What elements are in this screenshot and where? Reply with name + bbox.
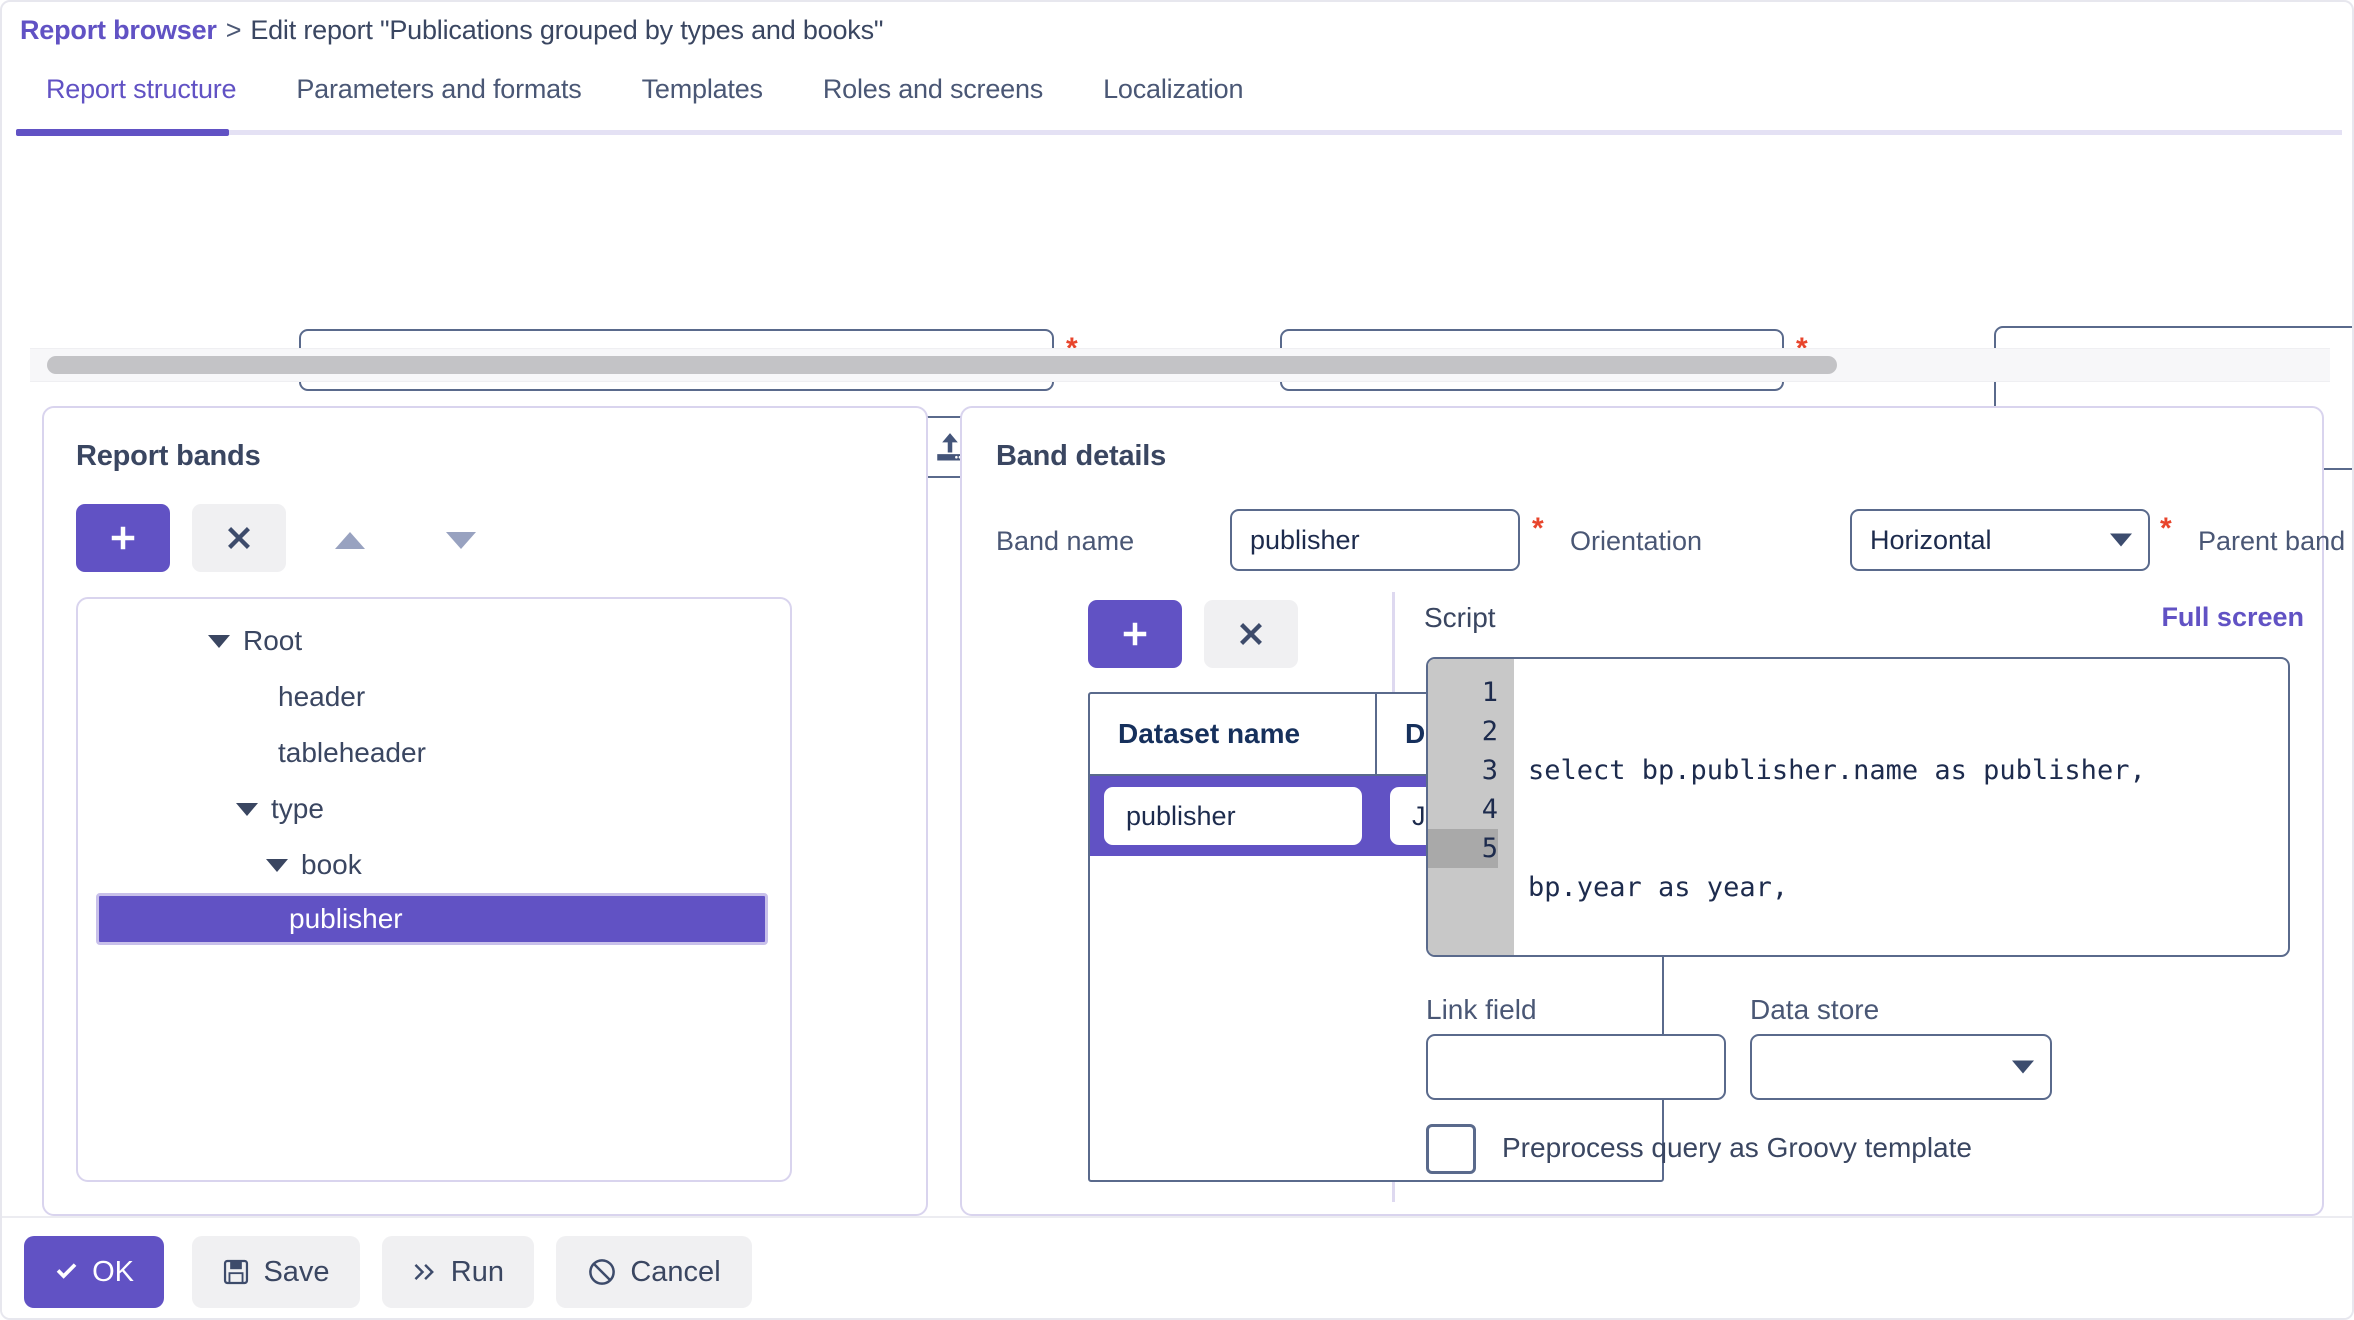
breadcrumb-report-browser-link[interactable]: Report browser [20,15,217,46]
horizontal-scrollbar[interactable] [30,348,2330,382]
add-band-button[interactable] [76,504,170,572]
cancel-button[interactable]: Cancel [556,1236,752,1308]
report-properties-form: Name Publications grouped by types and b… [2,152,2352,478]
preprocess-groovy-checkbox[interactable] [1426,1124,1476,1174]
tree-item-book[interactable]: book [78,837,790,893]
band-name-label: Band name [996,526,1135,556]
chevron-down-icon[interactable] [236,802,258,816]
tree-item-label: book [301,849,362,880]
tree-item-label: tableheader [278,737,426,768]
tab-active-indicator [16,129,229,136]
tab-report-structure[interactable]: Report structure [16,64,266,125]
line-number: 1 [1481,677,1498,708]
plus-icon [111,526,135,550]
ok-button[interactable]: OK [24,1236,164,1308]
dataset-name-cell[interactable]: publisher [1090,787,1376,845]
parent-band-label: Parent band [2198,526,2346,556]
breadcrumb-current-page: Edit report "Publications grouped by typ… [250,14,884,45]
save-button[interactable]: Save [192,1236,360,1308]
dataset-name-input[interactable]: publisher [1104,787,1362,845]
tab-localization[interactable]: Localization [1073,64,1273,125]
move-band-down-button[interactable] [436,515,486,565]
plus-icon [1123,622,1147,646]
report-editor-window: Report browser > Edit report "Publicatio… [0,0,2354,1320]
save-button-label: Save [263,1255,330,1288]
orientation-required-marker: * [2160,512,2172,545]
chevron-down-icon[interactable] [266,858,288,872]
report-bands-tree[interactable]: Root header tableheader type book publis… [76,597,792,1182]
script-code-area[interactable]: select bp.publisher.name as publisher, b… [1514,659,2288,955]
run-button[interactable]: Run [382,1236,534,1308]
preprocess-groovy-label: Preprocess query as Groovy template [1502,1132,1972,1163]
line-number: 4 [1481,794,1498,825]
tab-roles-and-screens[interactable]: Roles and screens [793,64,1073,125]
tree-item-type[interactable]: type [78,781,790,837]
chevron-down-icon [2110,533,2132,547]
tree-item-label: Root [243,625,303,656]
tree-item-label: publisher [289,903,403,934]
tab-underline-track [16,130,2342,135]
chevron-down-icon[interactable] [208,634,230,648]
code-line: bp.year as year, [1528,872,1789,903]
code-line: select bp.publisher.name as publisher, [1528,755,2146,786]
close-x-icon [228,527,250,549]
tree-item-header[interactable]: header [78,669,790,725]
orientation-label: Orientation [1570,526,1703,556]
line-number: 3 [1481,755,1498,786]
ok-button-label: OK [92,1255,134,1288]
close-x-icon [1240,623,1262,645]
script-line-numbers: 1 2 3 4 5 [1428,659,1514,955]
footer-action-bar: OK Save Run Cancel [2,1216,2352,1318]
floppy-icon [224,1259,249,1285]
tab-bar: Report structure Parameters and formats … [2,64,2352,132]
chevrons-right-icon [414,1264,434,1280]
ban-icon [589,1259,616,1285]
tree-item-publisher[interactable]: publisher [96,893,768,945]
link-field-input[interactable] [1426,1034,1726,1100]
script-editor[interactable]: 1 2 3 4 5 select bp.publisher.name as pu… [1426,657,2290,957]
data-store-label: Data store [1750,994,1880,1025]
tree-item-label: header [278,681,366,712]
tab-parameters-and-formats[interactable]: Parameters and formats [266,64,611,125]
chevron-down-icon [2012,1060,2034,1074]
orientation-select[interactable]: Horizontal [1850,509,2150,571]
tree-item-root[interactable]: Root [78,613,790,669]
orientation-value: Horizontal [1870,524,1992,555]
remove-dataset-button[interactable] [1204,600,1298,668]
report-bands-title: Report bands [76,440,261,472]
horizontal-scrollbar-thumb[interactable] [47,356,1837,374]
band-details-title: Band details [996,440,1167,472]
link-field-label: Link field [1426,994,1537,1025]
add-dataset-button[interactable] [1088,600,1182,668]
run-button-label: Run [450,1255,504,1288]
move-band-up-button[interactable] [325,515,375,565]
check-icon [56,1263,77,1279]
remove-band-button[interactable] [192,504,286,572]
line-number: 2 [1481,716,1498,747]
triangle-up-icon [335,531,365,549]
breadcrumb-separator: > [225,14,242,45]
breadcrumb: Report browser > Edit report "Publicatio… [20,10,883,50]
data-store-select[interactable] [1750,1034,2052,1100]
band-name-value: publisher [1250,524,1360,555]
dataset-name-value: publisher [1126,800,1236,831]
column-header-dataset-name: Dataset name [1118,718,1301,749]
band-name-required-marker: * [1532,512,1544,545]
full-screen-link[interactable]: Full screen [2161,602,2304,633]
tree-item-label: type [271,793,324,824]
triangle-down-icon [446,531,476,549]
line-number-current: 5 [1428,829,1498,868]
tree-item-tableheader[interactable]: tableheader [78,725,790,781]
band-name-input[interactable]: publisher [1230,509,1520,571]
cancel-button-label: Cancel [630,1255,721,1288]
tab-templates[interactable]: Templates [612,64,793,125]
script-label: Script [1424,602,1496,633]
